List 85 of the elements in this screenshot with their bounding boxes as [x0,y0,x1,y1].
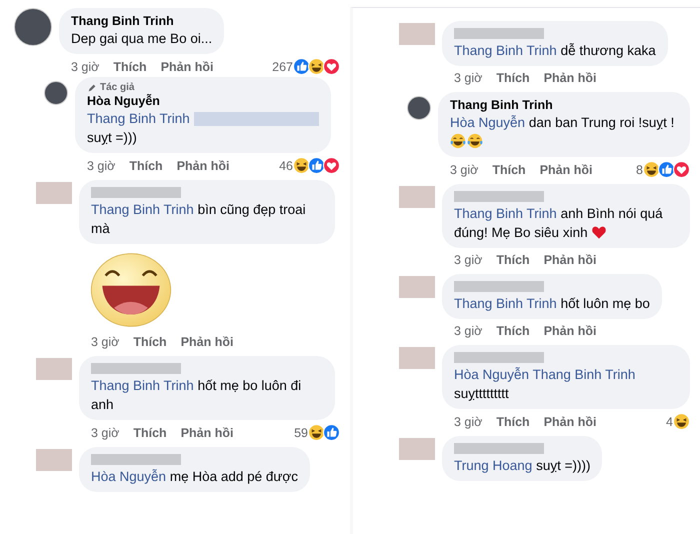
reply-link[interactable]: Phản hồi [544,323,596,339]
reaction-count: 59 [294,424,308,440]
comment-text: Thang Binh Trinh suỵt =))) [87,109,319,147]
mention-link[interactable]: Thang Binh Trinh [91,378,194,393]
reaction-count: 8 [636,162,643,178]
comment-time: 3 giờ [454,70,482,86]
mention-link[interactable]: Thang Binh Trinh [91,202,194,217]
mention-link[interactable]: Thang Binh Trinh [454,296,557,311]
reaction-count: 46 [279,158,293,174]
like-link[interactable]: Thích [133,334,167,350]
heart-reaction-icon [323,58,340,75]
blurred-avatar [399,347,435,369]
like-link[interactable]: Thích [133,424,167,440]
blurred-avatar [399,438,435,460]
mention-link[interactable]: Thang Binh Trinh [532,367,636,382]
laughing-face-reaction-icon [308,58,325,75]
mention-link[interactable]: Hòa Nguyễn [450,115,526,130]
reply-link[interactable]: Phản hồi [544,414,596,430]
reply-link[interactable]: Phản hồi [544,252,596,268]
like-link[interactable]: Thích [496,414,530,430]
heart-reaction-icon [673,161,690,178]
blurred-avatar [36,358,72,380]
mention-link[interactable]: Thang Binh Trinh [87,111,190,126]
laughing-face-reaction-icon [293,157,310,174]
mention-link[interactable]: Thang Binh Trinh [454,206,557,221]
like-link[interactable]: Thích [496,252,530,268]
comment-text: Thang Binh Trinh anh Bình nói quá đúng! Mẹ Bo siêu xinh [454,205,664,242]
like-reaction-icon [308,157,325,174]
comment-text: Thang Binh Trinh dễ thương kaka [454,42,656,60]
like-reaction-icon [323,424,340,441]
blurred-avatar [399,276,435,298]
reply-link[interactable]: Phản hồi [176,158,230,174]
laughing-face-reaction-icon [308,424,325,441]
blurred-avatar [36,182,72,204]
like-link[interactable]: Thích [496,323,530,339]
comment-text: Trung Hoang suỵt =)))) [454,457,590,475]
reply-link[interactable]: Phản hồi [540,162,592,178]
laughing-face-reaction-icon [643,161,660,178]
heart-reaction-icon [323,157,340,174]
comment-text: Dep gai qua me Bo oi... [71,30,212,48]
like-link[interactable]: Thích [129,158,163,174]
avatar[interactable] [407,96,431,120]
blurred-avatar [399,186,435,208]
comment-time: 3 giờ [450,162,478,178]
comment-time: 3 giờ [91,424,120,440]
mention-link[interactable]: Hòa Nguyễn [91,469,166,484]
comment-time: 3 giờ [87,158,116,174]
mention-link[interactable]: Thang Binh Trinh [454,43,557,58]
comment-text: Thang Binh Trinh hốt luôn mẹ bo [454,295,650,313]
reply-link[interactable]: Phản hồi [160,58,214,74]
comment-text: Hòa Nguyễn Thang Binh Trinh suỵttttttttt [454,366,636,403]
comment-time: 3 giờ [91,334,120,350]
reaction-count: 267 [272,58,293,74]
comment-text: Thang Binh Trinh hốt mẹ bo luôn đi anh [91,377,302,414]
blurred-avatar [399,23,435,45]
like-link[interactable]: Thích [492,162,526,178]
comment-text: Hòa Nguyễn dan ban Trung roi !suỵt ! [450,113,678,151]
comment-author[interactable]: Thang Binh Trinh [450,97,678,113]
mention-link[interactable]: Trung Hoang [454,458,532,473]
laughing-face-reaction-icon [673,413,690,430]
like-reaction-icon [658,161,675,178]
reply-link[interactable]: Phản hồi [180,424,234,440]
blurred-avatar [36,449,72,471]
comment-time: 3 giờ [71,58,100,74]
tears-of-joy-emoji-icon [467,133,483,149]
reaction-count: 4 [666,414,673,430]
like-reaction-icon [293,58,310,75]
comment-text: Thang Binh Trinh bìn cũng đẹp troai mà [91,201,307,238]
comment-time: 3 giờ [454,323,482,339]
mention-link[interactable]: Hòa Nguyễn [454,367,530,382]
comment-time: 3 giờ [454,414,482,430]
tears-of-joy-emoji-icon [450,133,466,149]
heart-emoji-icon [591,224,608,240]
reply-link[interactable]: Phản hồi [180,334,234,350]
comment-author[interactable]: Hòa Nguyễn [87,93,319,109]
avatar[interactable] [44,81,68,105]
comment-author[interactable]: Thang Binh Trinh [71,13,212,29]
author-label: Tác giả [100,82,134,93]
comment-text: Hòa Nguyễn mẹ Hòa add pé được [91,468,298,486]
like-link[interactable]: Thích [113,58,147,74]
avatar[interactable] [14,8,52,46]
like-link[interactable]: Thích [496,70,530,86]
comment-time: 3 giờ [454,252,482,268]
pencil-icon [87,82,97,92]
reply-link[interactable]: Phản hồi [544,70,596,86]
